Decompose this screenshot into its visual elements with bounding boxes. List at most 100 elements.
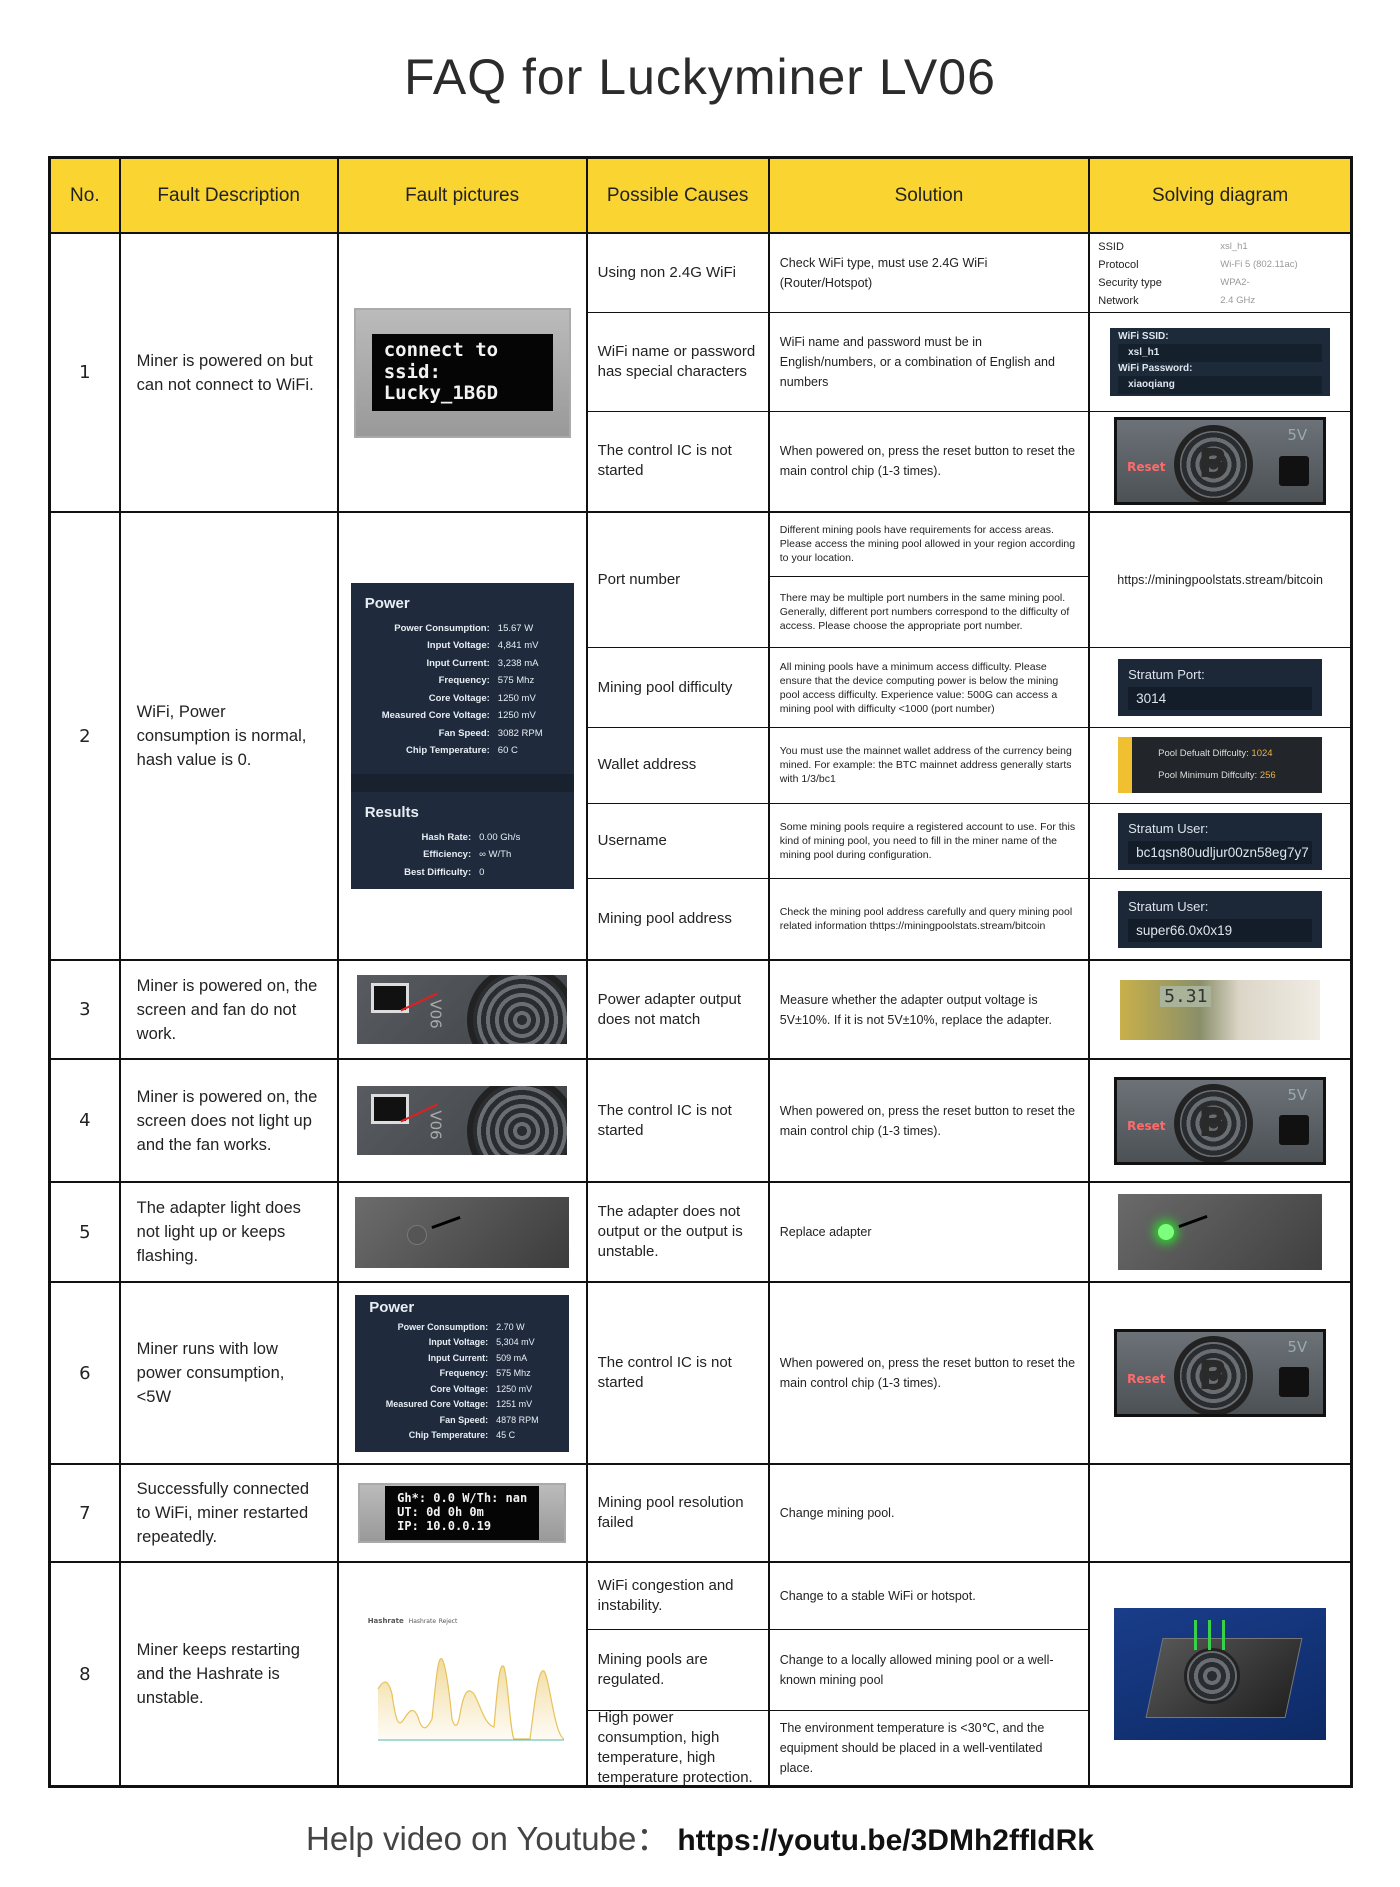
solving-diagram-cell: 5.31: [1090, 961, 1350, 1058]
solution-text: When powered on, press the reset button …: [779, 444, 1076, 479]
stat-value: 0: [479, 866, 485, 878]
hashrate-curve: [377, 1658, 565, 1741]
stratum-value[interactable]: 3014: [1128, 687, 1313, 711]
solution-cell: Different mining pools have requirements…: [769, 513, 1091, 959]
solution-text: Change mining pool.: [779, 1506, 895, 1520]
oled-line: Gh*: 0.0 W/Th: nan: [397, 1491, 528, 1506]
property-value: WPA2-: [1220, 277, 1250, 288]
reset-label: Reset: [1127, 1119, 1166, 1134]
stratum-value[interactable]: bc1qsn80udljur00zn58eg7y7: [1128, 840, 1313, 864]
possible-cause: High power consumption, high temperature…: [597, 1711, 753, 1785]
fault-description: Miner is powered on, the screen does not…: [121, 1060, 339, 1181]
voltage-label: 5V: [1287, 1085, 1308, 1104]
solving-diagram: Pool Defualt Diffculty: 1024 Pool Minimum…: [1090, 728, 1351, 804]
hashrate-area: [377, 1658, 564, 1740]
possible-cause: Using non 2.4G WiFi: [587, 234, 768, 314]
airflow-arrow-icon: [1208, 1620, 1212, 1650]
wifi-settings-form: WiFi SSID: xsl_h1 WiFi Password: xiaoqiang: [1110, 328, 1331, 397]
stat-value: 575 Mhz: [497, 675, 535, 687]
table-header: No. Fault Description Fault pictures Pos…: [51, 159, 1350, 234]
stat-label: Chip Temperature:: [408, 1430, 489, 1440]
minimum-difficulty-label: Pool Minimum Diffculty:: [1158, 770, 1258, 782]
reset-label: Reset: [1127, 459, 1166, 474]
stat-label: Power Consumption:: [397, 1321, 489, 1332]
fan-icon: B: [1173, 424, 1253, 503]
power-jack-icon: [1279, 455, 1310, 486]
solution-text: Some mining pools require a registered a…: [769, 804, 1089, 880]
solving-diagram: WiFi SSID: xsl_h1 WiFi Password: xiaoqiang: [1090, 313, 1351, 412]
solution-text: Check WiFi type, must use 2.4G WiFi (Rou…: [769, 234, 1089, 314]
solving-diagram: Stratum User: bc1qsn80udljur00zn58eg7y7: [1090, 804, 1351, 880]
solution-text: Check the mining pool address carefully …: [779, 906, 1073, 933]
solution-text: When powered on, press the reset button …: [779, 1356, 1076, 1390]
divider: [350, 773, 574, 792]
stat-value: 3,238 mA: [497, 657, 539, 669]
youtube-link[interactable]: https://youtu.be/3DMh2ffIdRk: [677, 1824, 1094, 1857]
solving-diagram: B Reset 5V: [1090, 412, 1350, 511]
stat-label: Core Voltage:: [430, 1383, 489, 1394]
multimeter-photo: 5.31: [1120, 979, 1321, 1040]
hashrate-chart: Hashrate Hashrate Reject: [353, 1599, 571, 1749]
property-label: Network: [1098, 295, 1139, 307]
power-results-panel: Power Power Consumption: 15.67 W Input Volt…: [350, 582, 574, 890]
solving-diagram-cell: https://miningpoolstats.stream/bitcoin St…: [1090, 513, 1351, 959]
fault-description: Miner keeps restarting and the Hashrate …: [121, 1563, 339, 1785]
possible-cause: Username: [587, 804, 768, 880]
solution-text: WiFi name and password must be in Englis…: [769, 313, 1089, 412]
wifi-password-field[interactable]: xiaoqiang: [1118, 376, 1323, 395]
fault-picture-cell: [339, 1183, 588, 1281]
possible-causes-cell: Power adapter output does not match: [588, 961, 770, 1058]
voltage-label: 5V: [1287, 426, 1308, 445]
oled-line: Lucky_1B6D: [383, 382, 499, 405]
default-difficulty: Pool Defualt Diffculty: 1024: [1158, 743, 1312, 765]
multimeter-reading: 5.31: [1160, 985, 1212, 1007]
row-number: 5: [51, 1183, 121, 1281]
stat-value: 60 C: [497, 745, 518, 757]
bitcoin-logo: B: [1197, 1100, 1229, 1147]
oled-screen: Gh*: 0.0 W/Th: nan UT: 0d 0h 0m IP: 10.0.0…: [385, 1486, 540, 1540]
reset-board-photo: B Reset 5V: [1114, 417, 1327, 506]
possible-causes-cell: The control IC is not started: [588, 1283, 770, 1463]
results-title: Results: [364, 803, 419, 821]
fault-description: Successfully connected to WiFi, miner re…: [121, 1465, 339, 1561]
stat-label: Chip Temperature:: [406, 745, 490, 757]
faq-table: No. Fault Description Fault pictures Pos…: [48, 156, 1353, 1788]
possible-causes-cell: Using non 2.4G WiFi WiFi name or password…: [587, 234, 770, 511]
solving-diagram: B Reset 5V: [1090, 1283, 1350, 1463]
possible-cause: The control IC is not started: [597, 1354, 732, 1391]
solving-diagram-cell: [1090, 1563, 1350, 1785]
stratum-label: Stratum Port:: [1128, 667, 1205, 683]
airflow-arrow-icon: [1222, 1620, 1226, 1650]
power-title: Power: [369, 1298, 415, 1316]
model-text: V06: [426, 1110, 445, 1140]
table-row: 3 Miner is powered on, the screen and fan…: [51, 961, 1350, 1060]
device-photo: V06: [357, 975, 568, 1044]
wifi-ssid-field[interactable]: xsl_h1: [1118, 344, 1323, 363]
stratum-label: Stratum User:: [1128, 898, 1209, 914]
possible-cause: Mining pool difficulty: [587, 648, 768, 729]
property-label: Security type: [1098, 277, 1162, 289]
solution-text: Different mining pools have requirements…: [769, 513, 1089, 577]
possible-causes-cell: The adapter does not output or the outpu…: [588, 1183, 770, 1281]
reset-label: Reset: [1127, 1371, 1166, 1386]
stat-label: Measured Core Voltage:: [385, 1399, 489, 1409]
stat-label: Fan Speed:: [438, 727, 490, 739]
solving-diagram: 5.31: [1090, 961, 1350, 1058]
stat-value: 4878 RPM: [496, 1414, 539, 1425]
page-title: FAQ for Luckyminer LV06: [404, 49, 996, 105]
header-solution: Solution: [770, 159, 1091, 232]
arrow-icon: [1178, 1214, 1208, 1229]
reset-board-photo: B Reset 5V: [1114, 1076, 1327, 1165]
solution-cell: Replace adapter: [770, 1183, 1091, 1281]
fan-icon: [1184, 1648, 1241, 1704]
solution-text: When powered on, press the reset button …: [779, 1103, 1076, 1138]
mining-pool-url[interactable]: https://miningpoolstats.stream/bitcoin: [1117, 573, 1323, 587]
property-value: xsl_h1: [1220, 241, 1248, 252]
stat-label: Input Voltage:: [427, 640, 490, 652]
stratum-value[interactable]: super66.0x0x19: [1128, 918, 1313, 942]
table-row: 1 Miner is powered on but can not connect…: [51, 234, 1351, 513]
stat-label: Best Difficulty:: [404, 866, 472, 878]
stat-value: 1250 mV: [497, 710, 536, 722]
stat-label: Input Current:: [428, 1352, 489, 1363]
default-difficulty-value: 1024: [1251, 748, 1273, 760]
